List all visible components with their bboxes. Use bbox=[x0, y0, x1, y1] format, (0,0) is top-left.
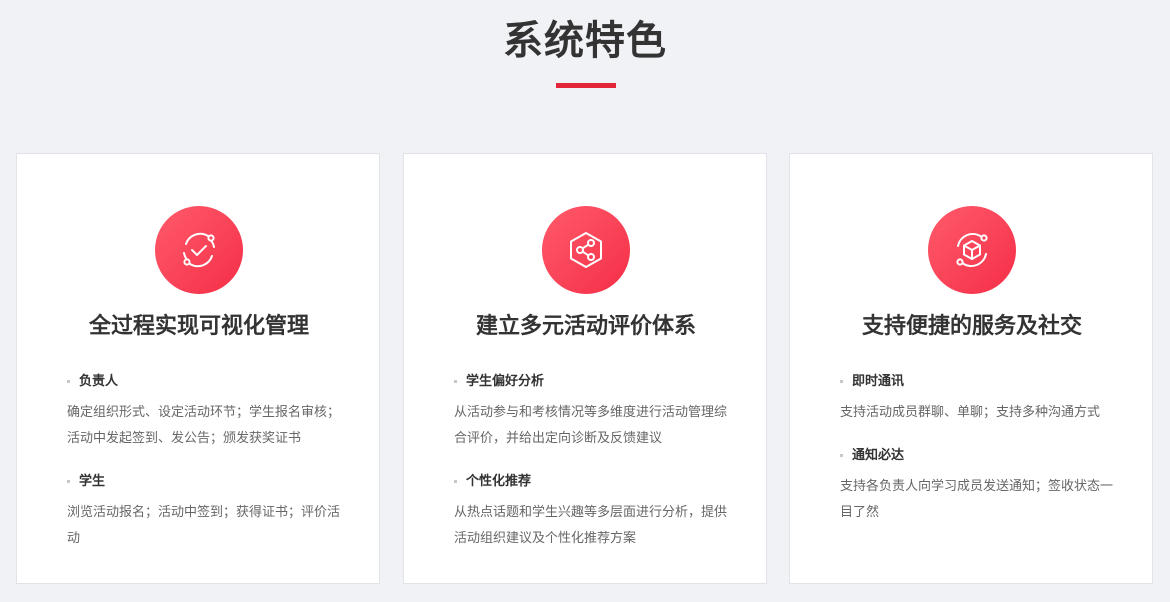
feature-desc: 从热点话题和学生兴趣等多层面进行分析，提供活动组织建议及个性化推荐方案 bbox=[454, 505, 728, 546]
feature-desc: 支持各负责人向学习成员发送通知；签收状态一目了然 bbox=[840, 479, 1114, 520]
feature-title: 学生偏好分析 bbox=[454, 370, 734, 394]
feature-title: 负责人 bbox=[67, 370, 347, 394]
feature-desc: 从活动参与和考核情况等多维度进行活动管理综合评价，并给出定向诊断及反馈建议 bbox=[454, 405, 728, 446]
feature-item: 个性化推荐 从热点话题和学生兴趣等多层面进行分析，提供活动组织建议及个性化推荐方… bbox=[454, 470, 734, 552]
feature-desc: 支持活动成员群聊、单聊；支持多种沟通方式 bbox=[840, 405, 1101, 420]
feature-card-service-social: 支持便捷的服务及社交 即时通讯 支持活动成员群聊、单聊；支持多种沟通方式 通知必… bbox=[789, 153, 1153, 584]
feature-list: 负责人 确定组织形式、设定活动环节；学生报名审核；活动中发起签到、发公告；颁发获… bbox=[67, 370, 347, 570]
feature-title: 通知必达 bbox=[840, 444, 1120, 468]
card-title: 支持便捷的服务及社交 bbox=[861, 314, 1082, 339]
feature-desc: 确定组织形式、设定活动环节；学生报名审核；活动中发起签到、发公告；颁发获奖证书 bbox=[67, 405, 341, 446]
feature-card-evaluation-system: 建立多元活动评价体系 学生偏好分析 从活动参与和考核情况等多维度进行活动管理综合… bbox=[403, 153, 767, 584]
feature-item: 负责人 确定组织形式、设定活动环节；学生报名审核；活动中发起签到、发公告；颁发获… bbox=[67, 370, 347, 452]
feature-title: 个性化推荐 bbox=[454, 470, 734, 494]
feature-card-visual-management: 全过程实现可视化管理 负责人 确定组织形式、设定活动环节；学生报名审核；活动中发… bbox=[16, 153, 380, 584]
feature-item: 即时通讯 支持活动成员群聊、单聊；支持多种沟通方式 bbox=[840, 370, 1120, 426]
feature-list: 学生偏好分析 从活动参与和考核情况等多维度进行活动管理综合评价，并给出定向诊断及… bbox=[454, 370, 734, 570]
check-cycle-icon bbox=[155, 206, 243, 294]
feature-item: 学生偏好分析 从活动参与和考核情况等多维度进行活动管理综合评价，并给出定向诊断及… bbox=[454, 370, 734, 452]
share-hexagon-icon bbox=[542, 206, 630, 294]
cube-cycle-icon bbox=[928, 206, 1016, 294]
feature-item: 学生 浏览活动报名；活动中签到；获得证书；评价活动 bbox=[67, 470, 347, 552]
card-title: 建立多元活动评价体系 bbox=[475, 314, 696, 339]
section-title: 系统特色 bbox=[503, 18, 667, 64]
feature-list: 即时通讯 支持活动成员群聊、单聊；支持多种沟通方式 通知必达 支持各负责人向学习… bbox=[840, 370, 1120, 544]
feature-desc: 浏览活动报名；活动中签到；获得证书；评价活动 bbox=[67, 505, 341, 546]
title-underline bbox=[556, 83, 616, 88]
feature-item: 通知必达 支持各负责人向学习成员发送通知；签收状态一目了然 bbox=[840, 444, 1120, 526]
feature-title: 即时通讯 bbox=[840, 370, 1120, 394]
feature-title: 学生 bbox=[67, 470, 347, 494]
card-title: 全过程实现可视化管理 bbox=[88, 314, 309, 339]
